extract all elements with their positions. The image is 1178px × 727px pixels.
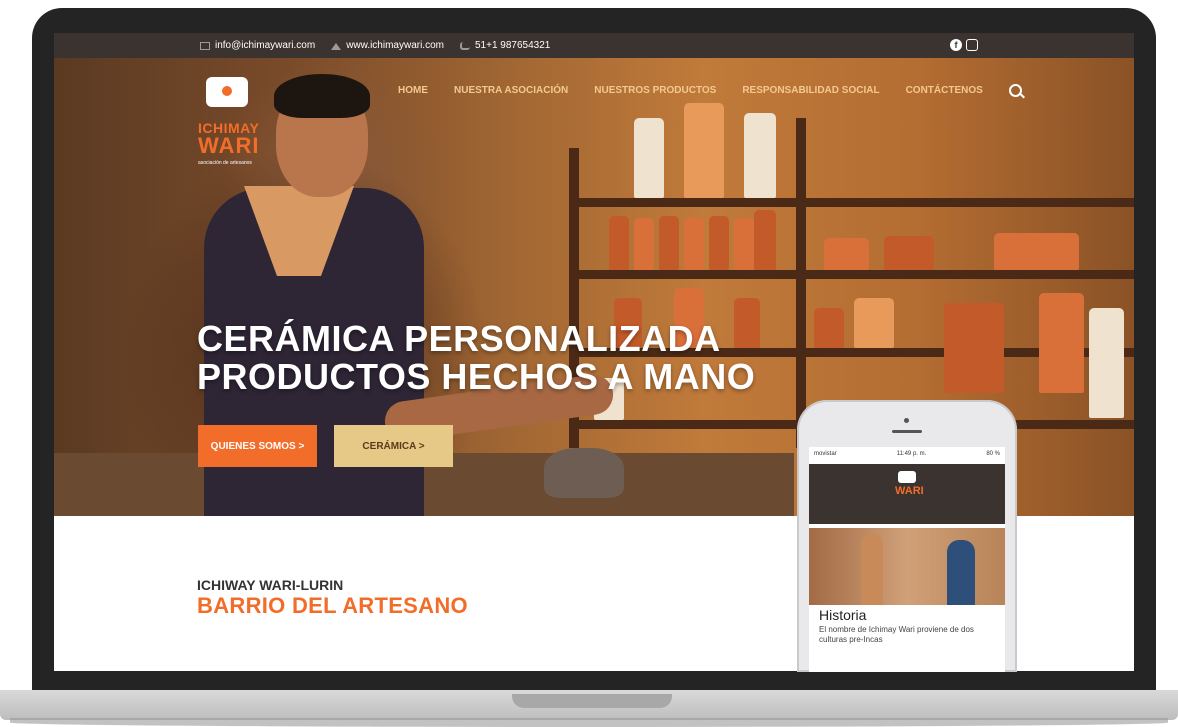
logo-text-line3: asociación de artesanos: [198, 160, 252, 166]
phone-screen: movistar 11:49 p. m. 80 % WARI Historia …: [809, 447, 1005, 672]
shelf: [569, 198, 1134, 207]
ceramica-button[interactable]: CERÁMICA >: [334, 425, 453, 467]
contact-info: info@ichimaywari.com www.ichimaywari.com…: [200, 33, 566, 58]
ceramic-figure: [709, 216, 729, 270]
website-item[interactable]: www.ichimaywari.com: [331, 40, 444, 51]
phone-logo-text: WARI: [895, 485, 924, 497]
facebook-icon[interactable]: f: [950, 39, 962, 51]
quienes-somos-button[interactable]: QUIENES SOMOS >: [198, 425, 317, 467]
ceramic-figure: [659, 216, 679, 270]
clay-piece: [544, 448, 624, 498]
ceramic-figure: [884, 236, 934, 270]
nav-home[interactable]: HOME: [398, 85, 428, 96]
website-text: www.ichimaywari.com: [346, 40, 444, 51]
laptop-shadow: [10, 718, 1168, 727]
phone-camera: [904, 418, 909, 423]
nav-nuestra-asociacion[interactable]: NUESTRA ASOCIACIÓN: [454, 85, 568, 96]
instagram-icon[interactable]: [966, 39, 978, 51]
nav-contactenos[interactable]: CONTÁCTENOS: [906, 85, 983, 96]
ceramic-figure: [684, 218, 704, 270]
search-icon[interactable]: [1008, 84, 1022, 97]
time-text: 11:49 p. m.: [896, 451, 927, 457]
site-logo[interactable]: ICHIMAY WARI asociación de artesanos: [198, 75, 260, 171]
ceramic-figure: [634, 118, 664, 198]
ceramic-figure: [684, 103, 724, 198]
battery-text: 80 %: [986, 451, 1000, 457]
ceramic-figure: [744, 113, 776, 198]
phone-card[interactable]: Historia El nombre de Ichimay Wari provi…: [819, 607, 995, 671]
logo-text-line2: WARI: [198, 133, 260, 158]
section-eyebrow: ICHIWAY WARI-LURIN: [197, 577, 344, 593]
social-links: f: [950, 39, 982, 51]
ceramic-figure: [1089, 308, 1124, 418]
hero-title-line2: PRODUCTOS HECHOS A MANO: [197, 356, 756, 397]
phone-header: WARI: [809, 464, 1005, 524]
phone-item[interactable]: 51+1 987654321: [459, 40, 551, 51]
artisan-figure: [861, 534, 883, 605]
top-info-bar: info@ichimaywari.com www.ichimaywari.com…: [54, 33, 1134, 58]
ceramic-figure: [854, 298, 894, 348]
nav-nuestros-productos[interactable]: NUESTROS PRODUCTOS: [594, 85, 716, 96]
hero-title-line1: CERÁMICA PERSONALIZADA: [197, 318, 721, 359]
shelf: [569, 270, 1134, 279]
phone-text: 51+1 987654321: [474, 40, 551, 51]
ceramic-figure: [1039, 293, 1084, 393]
phone-logo[interactable]: WARI: [895, 471, 924, 511]
logo-eye-icon: [219, 83, 235, 99]
ceramic-figure: [734, 218, 754, 270]
artisan-hair: [274, 74, 370, 118]
main-nav: HOME NUESTRA ASOCIACIÓN NUESTROS PRODUCT…: [398, 84, 1022, 97]
ceramic-figure: [994, 233, 1079, 270]
phone-logo-mark-icon: [898, 471, 916, 483]
stage: info@ichimaywari.com www.ichimaywari.com…: [0, 0, 1178, 727]
ceramic-figure: [814, 308, 844, 348]
ceramic-figure: [634, 218, 654, 270]
phone-mockup: movistar 11:49 p. m. 80 % WARI Historia …: [797, 400, 1017, 672]
ceramic-figure: [609, 216, 629, 270]
phone-status-bar: movistar 11:49 p. m. 80 %: [809, 447, 1005, 461]
phone-card-title: Historia: [819, 607, 867, 623]
email-text: info@ichimaywari.com: [215, 40, 316, 51]
hero-title: CERÁMICA PERSONALIZADA PRODUCTOS HECHOS …: [197, 320, 755, 396]
ceramic-figure: [944, 303, 1004, 393]
phone-speaker: [892, 430, 922, 433]
shelf-post: [796, 118, 806, 448]
ceramic-figure: [824, 238, 869, 270]
phone-photo: [809, 528, 1005, 605]
phone-card-text: El nombre de Ichimay Wari proviene de do…: [819, 625, 974, 644]
carrier-text: movistar: [814, 451, 837, 457]
section-title: BARRIO DEL ARTESANO: [197, 593, 468, 618]
email-item[interactable]: info@ichimaywari.com: [200, 40, 315, 51]
artisan-figure: [947, 540, 975, 605]
mail-icon: [200, 41, 210, 50]
nav-responsabilidad-social[interactable]: RESPONSABILIDAD SOCIAL: [742, 85, 879, 96]
home-icon: [331, 42, 342, 50]
laptop-notch: [512, 694, 672, 708]
phone-icon: [459, 41, 470, 50]
ceramic-figure: [754, 210, 776, 270]
